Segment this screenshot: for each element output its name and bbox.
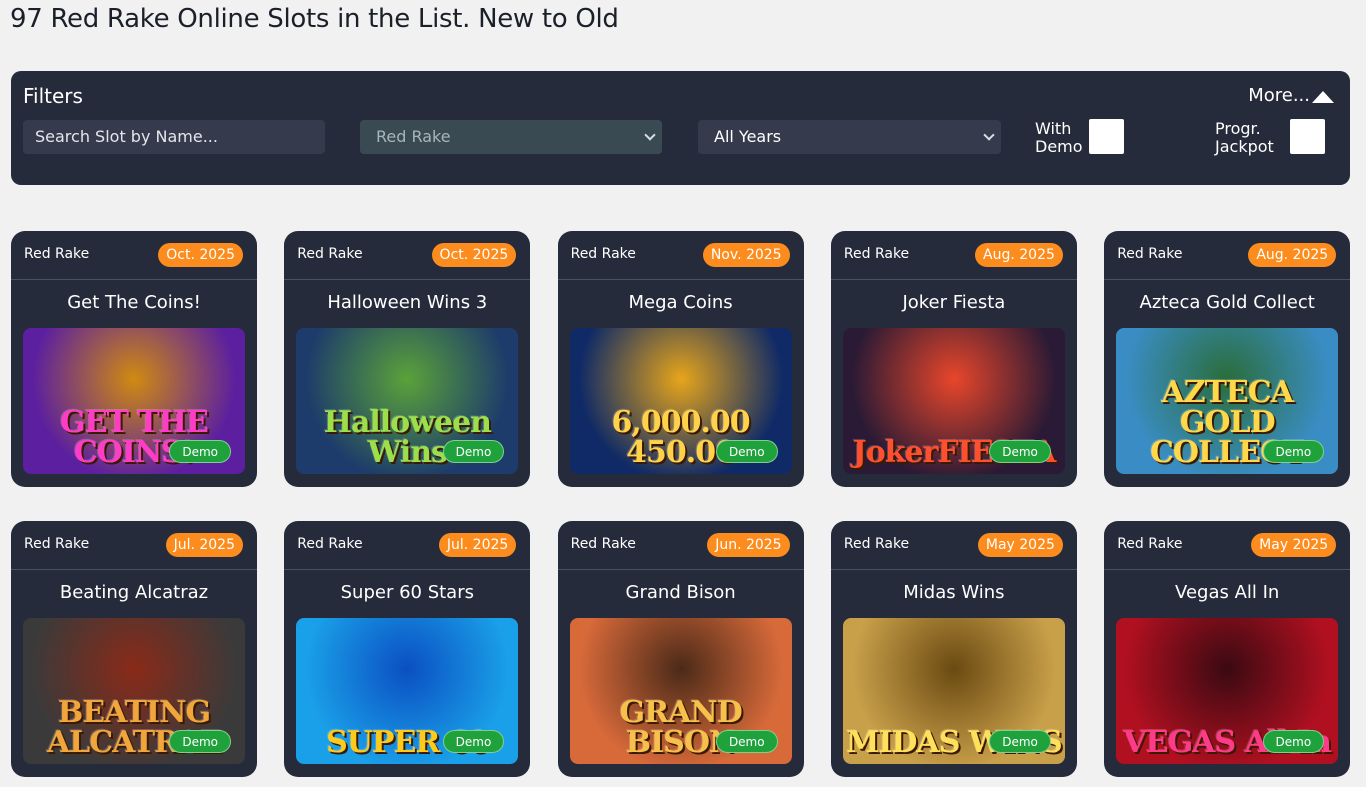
card-provider: Red Rake xyxy=(570,536,636,552)
slot-card[interactable]: Red Rake Oct. 2025 Get The Coins! GET THE C… xyxy=(11,231,257,487)
card-provider: Red Rake xyxy=(297,246,363,262)
demo-button[interactable]: Demo xyxy=(442,730,505,753)
slot-thumbnail[interactable]: AZTECA GOLD COLLECT Demo xyxy=(1116,328,1339,474)
slot-title[interactable]: Midas Wins xyxy=(831,582,1077,603)
demo-button[interactable]: Demo xyxy=(169,730,231,753)
slot-card[interactable]: Red Rake May 2025 Vegas All In VEGAS All In… xyxy=(1104,521,1351,777)
card-divider xyxy=(11,569,257,570)
card-provider: Red Rake xyxy=(1117,536,1183,552)
slot-card[interactable]: Red Rake Aug. 2025 Azteca Gold Collect AZTE… xyxy=(1104,231,1351,487)
slot-thumbnail[interactable]: VEGAS All In Demo xyxy=(1116,618,1339,764)
release-date-badge: Aug. 2025 xyxy=(975,243,1063,267)
progr-jackpot-checkbox[interactable] xyxy=(1290,119,1325,154)
slot-title[interactable]: Joker Fiesta xyxy=(831,292,1077,313)
slot-thumbnail[interactable]: 6,000.00 450.00 Demo xyxy=(569,328,792,474)
release-date-badge: Aug. 2025 xyxy=(1248,243,1337,267)
demo-button[interactable]: Demo xyxy=(1262,440,1325,463)
slot-thumbnail[interactable]: GET THE COINS! Demo xyxy=(23,328,245,474)
slot-title[interactable]: Azteca Gold Collect xyxy=(1104,292,1350,313)
slot-card[interactable]: Red Rake Jul. 2025 Super 60 Stars SUPER 60 D… xyxy=(284,521,531,777)
slot-title[interactable]: Vegas All In xyxy=(1104,582,1350,603)
demo-button[interactable]: Demo xyxy=(169,440,231,463)
slot-thumbnail[interactable]: Halloween Wins Demo xyxy=(296,328,519,474)
page-title: 97 Red Rake Online Slots in the List. Ne… xyxy=(10,4,619,34)
slot-title[interactable]: Super 60 Stars xyxy=(284,582,530,603)
with-demo-checkbox[interactable] xyxy=(1089,119,1124,154)
card-divider xyxy=(557,279,804,280)
release-date-badge: Oct. 2025 xyxy=(431,243,517,267)
card-provider: Red Rake xyxy=(297,536,363,552)
card-divider xyxy=(830,279,1077,280)
chevron-down-icon xyxy=(644,129,656,141)
release-date-badge: Jun. 2025 xyxy=(707,533,790,557)
slot-thumbnail[interactable]: BEATING ALCATRAZ Demo xyxy=(23,618,245,764)
slot-title[interactable]: Beating Alcatraz xyxy=(11,582,257,603)
progr-jackpot-label: Progr. Jackpot xyxy=(1215,119,1274,156)
demo-button[interactable]: Demo xyxy=(1262,730,1325,753)
filters-title: Filters xyxy=(23,84,83,108)
card-divider xyxy=(1104,279,1351,280)
provider-select[interactable]: Red Rake xyxy=(360,120,662,154)
slot-card[interactable]: Red Rake Aug. 2025 Joker Fiesta JokerFIESTA… xyxy=(830,231,1077,487)
demo-button[interactable]: Demo xyxy=(442,440,505,463)
card-provider: Red Rake xyxy=(570,246,636,262)
release-date-badge: May 2025 xyxy=(1251,533,1337,557)
filters-panel: Filters More... Search Slot by Name... R… xyxy=(11,71,1350,185)
chevron-down-icon xyxy=(983,129,995,141)
slot-thumbnail[interactable]: SUPER 60 Demo xyxy=(296,618,519,764)
card-divider xyxy=(1104,569,1351,570)
slot-card[interactable]: Red Rake Jun. 2025 Grand Bison GRAND BISON D… xyxy=(557,521,804,777)
provider-select-value: Red Rake xyxy=(376,127,451,146)
more-toggle[interactable]: More... xyxy=(1248,85,1310,106)
card-divider xyxy=(830,569,1077,570)
release-date-badge: Nov. 2025 xyxy=(702,243,790,267)
card-provider: Red Rake xyxy=(1117,246,1183,262)
slot-title[interactable]: Halloween Wins 3 xyxy=(284,292,530,313)
slot-card[interactable]: Red Rake Nov. 2025 Mega Coins 6,000.00 450.… xyxy=(557,231,804,487)
demo-button[interactable]: Demo xyxy=(989,440,1051,463)
card-divider xyxy=(284,569,531,570)
slot-thumbnail[interactable]: JokerFIESTA Demo xyxy=(842,328,1065,474)
card-provider: Red Rake xyxy=(24,246,90,262)
demo-button[interactable]: Demo xyxy=(715,440,778,463)
slot-title[interactable]: Grand Bison xyxy=(558,582,804,603)
years-select[interactable]: All Years xyxy=(698,120,1001,154)
card-divider xyxy=(557,569,804,570)
chevron-up-icon[interactable] xyxy=(1312,91,1334,103)
slot-title[interactable]: Get The Coins! xyxy=(11,292,257,313)
demo-button[interactable]: Demo xyxy=(715,730,778,753)
release-date-badge: Jul. 2025 xyxy=(438,533,517,557)
demo-button[interactable]: Demo xyxy=(989,730,1051,753)
card-provider: Red Rake xyxy=(24,536,90,552)
card-divider xyxy=(11,279,257,280)
slot-card[interactable]: Red Rake Oct. 2025 Halloween Wins 3 Hallowe… xyxy=(284,231,531,487)
release-date-badge: Oct. 2025 xyxy=(158,243,243,267)
slot-card[interactable]: Red Rake Jul. 2025 Beating Alcatraz BEATING… xyxy=(11,521,257,777)
search-input[interactable]: Search Slot by Name... xyxy=(23,120,325,154)
slot-title[interactable]: Mega Coins xyxy=(558,292,804,313)
release-date-badge: May 2025 xyxy=(977,533,1063,557)
slot-thumbnail[interactable]: GRAND BISON Demo xyxy=(569,618,792,764)
card-provider: Red Rake xyxy=(843,246,910,262)
years-select-value: All Years xyxy=(714,127,782,146)
card-divider xyxy=(284,279,531,280)
with-demo-label: With Demo xyxy=(1035,119,1083,156)
release-date-badge: Jul. 2025 xyxy=(165,533,243,557)
slot-thumbnail[interactable]: MIDAS WINS Demo xyxy=(842,618,1065,764)
card-provider: Red Rake xyxy=(843,536,910,552)
slot-card[interactable]: Red Rake May 2025 Midas Wins MIDAS WINS Demo xyxy=(830,521,1077,777)
